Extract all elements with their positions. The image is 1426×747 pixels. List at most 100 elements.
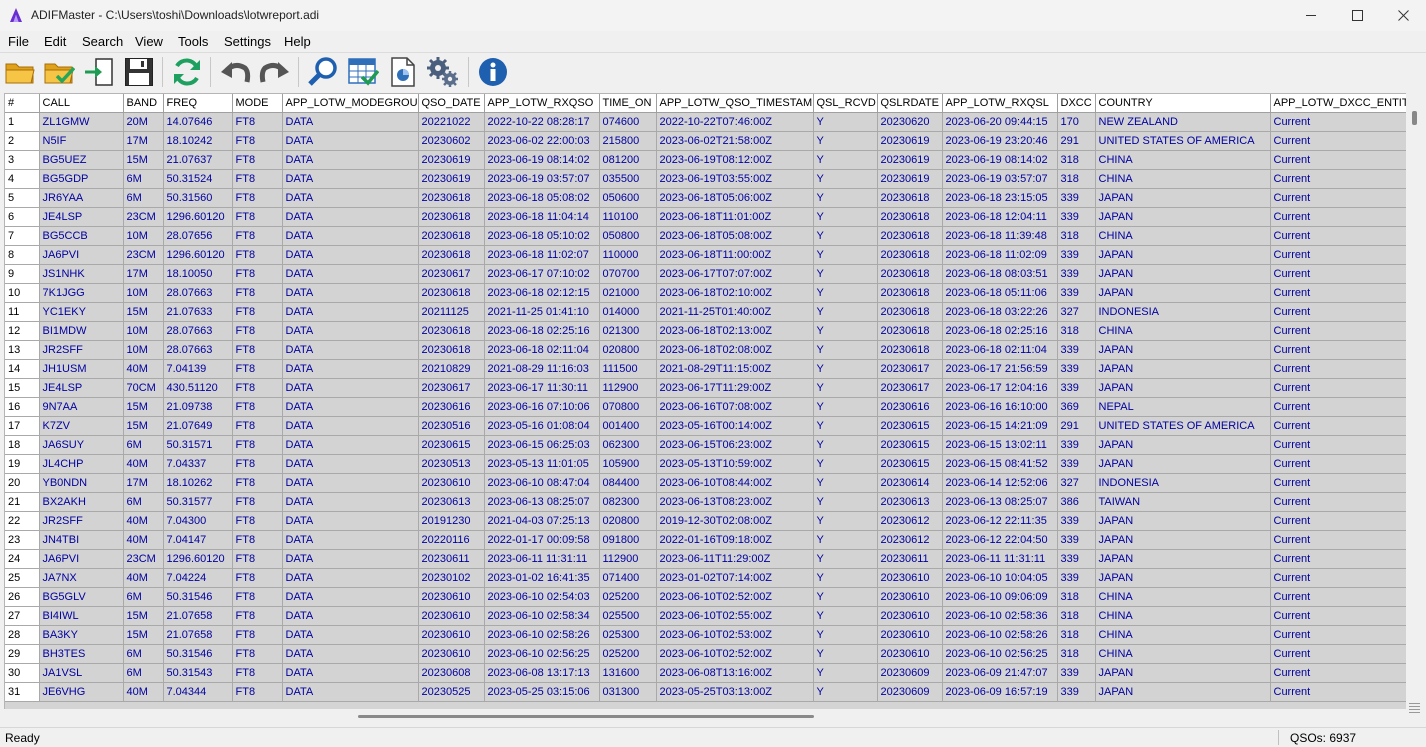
- table-row[interactable]: 9 JS1NHK 17M 18.10050 FT8 DATA 20230617 2023-06…: [5, 264, 1407, 284]
- table-cell[interactable]: 20230619: [877, 169, 943, 189]
- table-cell[interactable]: Current: [1270, 340, 1407, 360]
- table-cell[interactable]: 15M: [123, 397, 164, 417]
- vertical-scroll-thumb[interactable]: [1412, 111, 1417, 125]
- minimize-button[interactable]: [1288, 0, 1334, 31]
- table-row[interactable]: 14 JH1USM 40M 7.04139 FT8 DATA 20210829 2021-08…: [5, 359, 1407, 379]
- column-header[interactable]: DXCC: [1057, 94, 1096, 113]
- table-cell[interactable]: 20230610: [418, 587, 485, 607]
- table-cell[interactable]: 7.04300: [163, 511, 233, 531]
- resize-grip-icon[interactable]: [1409, 703, 1420, 713]
- table-cell[interactable]: Current: [1270, 682, 1407, 702]
- table-cell[interactable]: Y: [813, 454, 878, 474]
- row-number[interactable]: 28: [5, 625, 40, 645]
- table-cell[interactable]: 2023-06-08T13:16:00Z: [656, 663, 814, 683]
- table-cell[interactable]: 20230618: [877, 302, 943, 322]
- table-cell[interactable]: Current: [1270, 321, 1407, 341]
- table-cell[interactable]: 20230617: [418, 264, 485, 284]
- table-cell[interactable]: 20230615: [877, 435, 943, 455]
- table-cell[interactable]: 2023-05-16 01:08:04: [484, 416, 600, 436]
- table-cell[interactable]: Current: [1270, 511, 1407, 531]
- table-cell[interactable]: 2023-06-17 07:10:02: [484, 264, 600, 284]
- table-cell[interactable]: 17M: [123, 264, 164, 284]
- horizontal-scrollbar[interactable]: [4, 709, 1406, 727]
- table-cell[interactable]: N5IF: [39, 131, 124, 151]
- table-cell[interactable]: 170: [1057, 112, 1096, 132]
- search-button[interactable]: [306, 55, 340, 89]
- row-number[interactable]: 2: [5, 131, 40, 151]
- table-cell[interactable]: 110000: [599, 245, 657, 265]
- table-cell[interactable]: 2023-06-18 05:10:02: [484, 226, 600, 246]
- table-cell[interactable]: 6M: [123, 169, 164, 189]
- table-cell[interactable]: Y: [813, 340, 878, 360]
- row-number[interactable]: 3: [5, 150, 40, 170]
- table-cell[interactable]: 2023-06-19 08:14:02: [484, 150, 600, 170]
- table-cell[interactable]: 112900: [599, 378, 657, 398]
- table-cell[interactable]: 339: [1057, 663, 1096, 683]
- table-cell[interactable]: 2023-06-13T08:23:00Z: [656, 492, 814, 512]
- table-cell[interactable]: DATA: [282, 511, 419, 531]
- close-button[interactable]: [1380, 0, 1426, 31]
- table-cell[interactable]: FT8: [232, 473, 283, 493]
- table-cell[interactable]: DATA: [282, 207, 419, 227]
- column-header[interactable]: TIME_ON: [599, 94, 657, 113]
- table-cell[interactable]: 339: [1057, 530, 1096, 550]
- table-cell[interactable]: 2023-06-18 23:15:05: [942, 188, 1058, 208]
- table-cell[interactable]: 131600: [599, 663, 657, 683]
- table-cell[interactable]: DATA: [282, 587, 419, 607]
- table-cell[interactable]: Current: [1270, 568, 1407, 588]
- table-cell[interactable]: 2023-06-10T02:55:00Z: [656, 606, 814, 626]
- redo-button[interactable]: [258, 55, 292, 89]
- row-number[interactable]: 13: [5, 340, 40, 360]
- table-row[interactable]: 17 K7ZV 15M 21.07649 FT8 DATA 20230516 2023-05-…: [5, 416, 1407, 436]
- table-cell[interactable]: 2023-06-18T05:06:00Z: [656, 188, 814, 208]
- table-cell[interactable]: 20230613: [418, 492, 485, 512]
- table-cell[interactable]: JH1USM: [39, 359, 124, 379]
- column-header[interactable]: QSL_RCVD: [813, 94, 878, 113]
- table-cell[interactable]: 20230611: [418, 549, 485, 569]
- table-cell[interactable]: 2023-06-14 12:52:06: [942, 473, 1058, 493]
- table-cell[interactable]: 6M: [123, 492, 164, 512]
- table-cell[interactable]: 2023-06-18T11:01:00Z: [656, 207, 814, 227]
- table-cell[interactable]: 318: [1057, 226, 1096, 246]
- table-cell[interactable]: 339: [1057, 549, 1096, 569]
- table-cell[interactable]: 339: [1057, 245, 1096, 265]
- row-number[interactable]: 11: [5, 302, 40, 322]
- table-cell[interactable]: FT8: [232, 492, 283, 512]
- menu-tools[interactable]: Tools: [178, 34, 208, 49]
- table-cell[interactable]: 074600: [599, 112, 657, 132]
- table-cell[interactable]: 2023-06-18 11:04:14: [484, 207, 600, 227]
- table-cell[interactable]: 20230610: [877, 606, 943, 626]
- table-cell[interactable]: FT8: [232, 454, 283, 474]
- row-number[interactable]: 27: [5, 606, 40, 626]
- table-row[interactable]: 22 JR2SFF 40M 7.04300 FT8 DATA 20191230 2021-04…: [5, 511, 1407, 531]
- refresh-button[interactable]: [170, 55, 204, 89]
- table-cell[interactable]: 17M: [123, 473, 164, 493]
- table-cell[interactable]: 318: [1057, 321, 1096, 341]
- table-cell[interactable]: 339: [1057, 511, 1096, 531]
- table-cell[interactable]: 2023-05-13 11:01:05: [484, 454, 600, 474]
- table-cell[interactable]: CHINA: [1095, 169, 1271, 189]
- table-cell[interactable]: DATA: [282, 150, 419, 170]
- table-cell[interactable]: 2021-04-03 07:25:13: [484, 511, 600, 531]
- row-number[interactable]: 10: [5, 283, 40, 303]
- table-cell[interactable]: 339: [1057, 568, 1096, 588]
- table-cell[interactable]: Y: [813, 435, 878, 455]
- table-cell[interactable]: 20211125: [418, 302, 485, 322]
- table-cell[interactable]: Current: [1270, 587, 1407, 607]
- table-cell[interactable]: JAPAN: [1095, 207, 1271, 227]
- table-cell[interactable]: 2023-06-19 08:14:02: [942, 150, 1058, 170]
- row-number[interactable]: 1: [5, 112, 40, 132]
- table-row[interactable]: 25 JA7NX 40M 7.04224 FT8 DATA 20230102 2023-01-…: [5, 568, 1407, 588]
- table-cell[interactable]: 2023-06-11T11:29:00Z: [656, 549, 814, 569]
- table-cell[interactable]: BG5GDP: [39, 169, 124, 189]
- table-cell[interactable]: 40M: [123, 511, 164, 531]
- table-cell[interactable]: 6M: [123, 644, 164, 664]
- table-cell[interactable]: 2023-06-15T06:23:00Z: [656, 435, 814, 455]
- table-row[interactable]: 4 BG5GDP 6M 50.31524 FT8 DATA 20230619 2023-06-…: [5, 169, 1407, 189]
- table-cell[interactable]: 2021-11-25 01:41:10: [484, 302, 600, 322]
- table-cell[interactable]: 2023-06-11 11:31:11: [484, 549, 600, 569]
- table-cell[interactable]: 112900: [599, 549, 657, 569]
- menu-search[interactable]: Search: [82, 34, 123, 49]
- table-cell[interactable]: 2023-06-10 02:56:25: [484, 644, 600, 664]
- column-header[interactable]: COUNTRY: [1095, 94, 1271, 113]
